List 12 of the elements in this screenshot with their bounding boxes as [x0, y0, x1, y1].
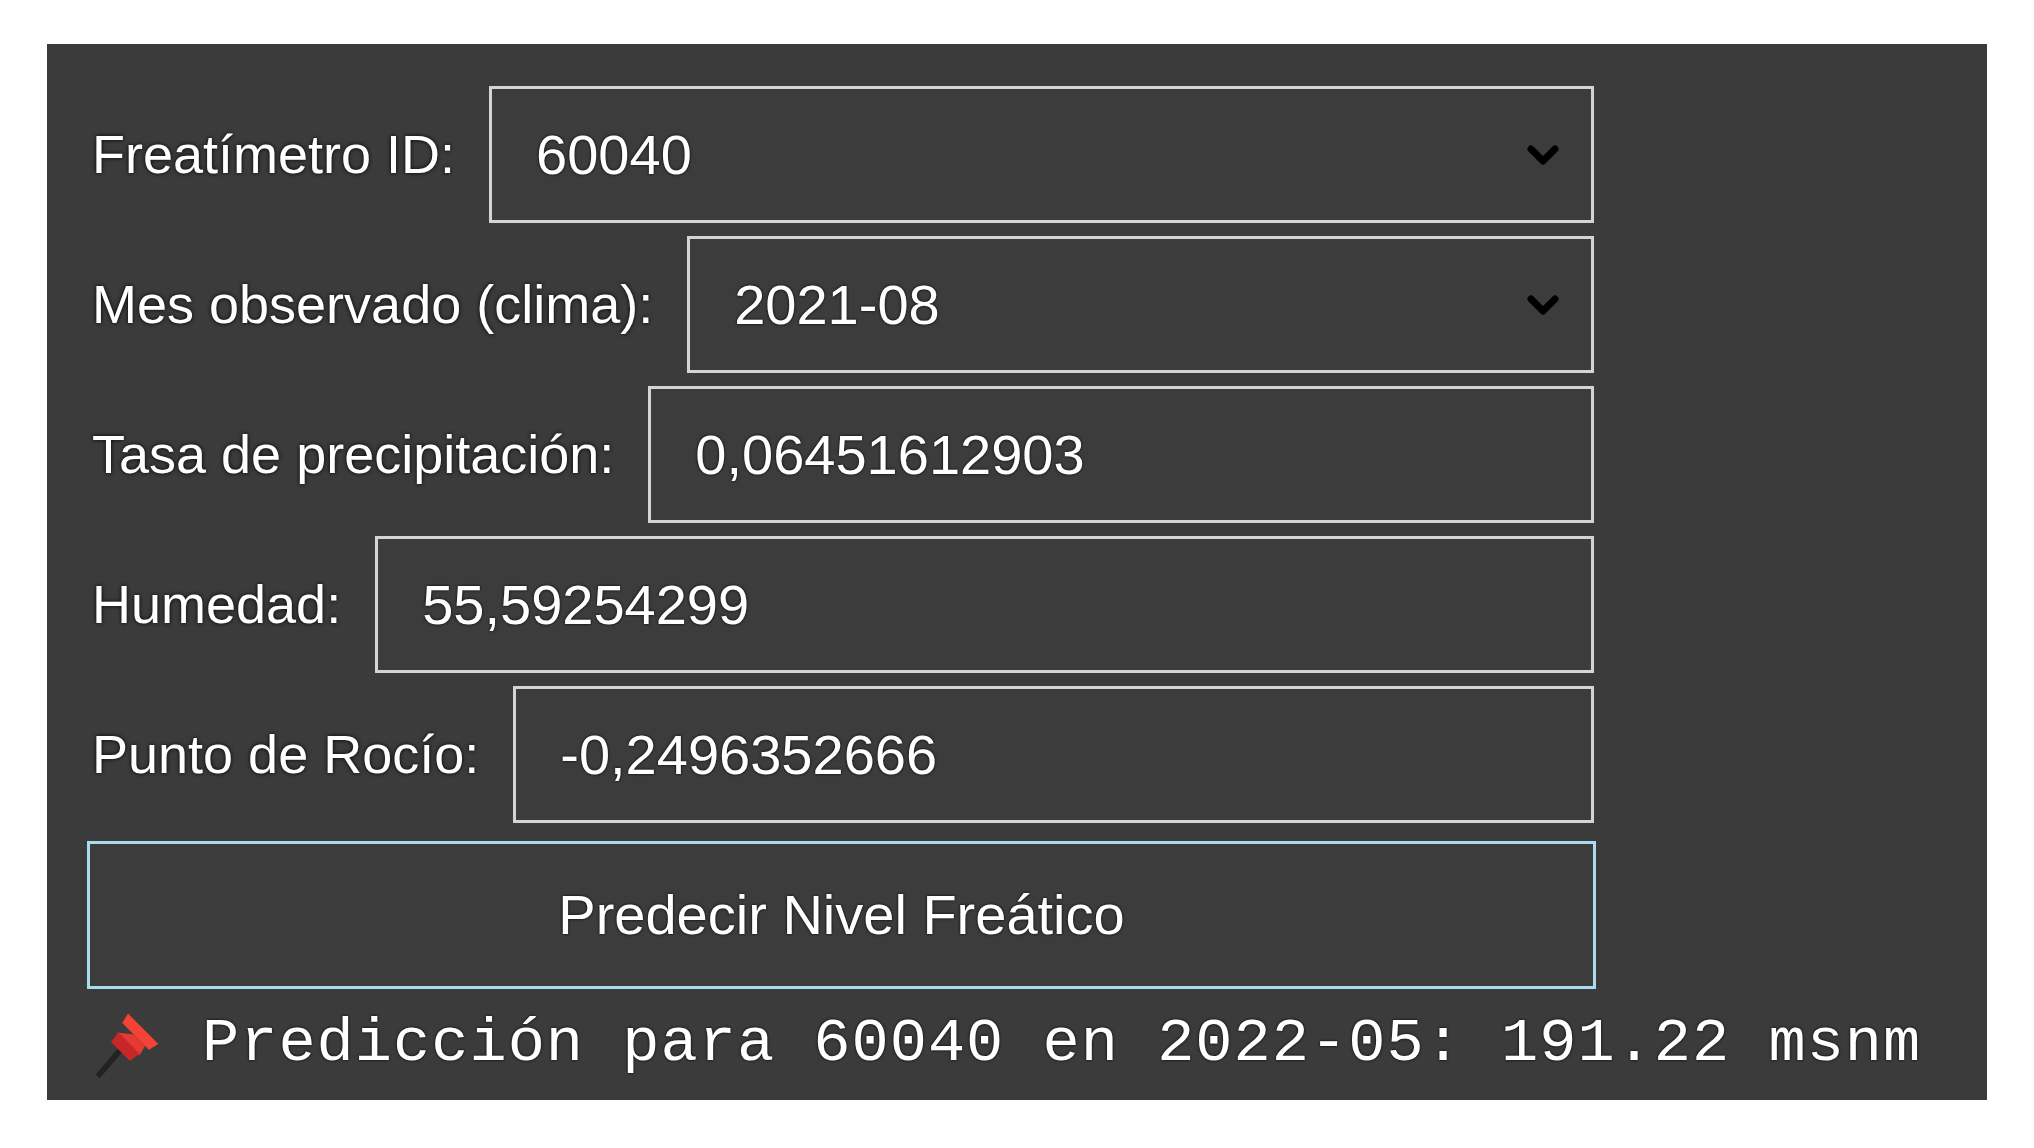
input-field[interactable]: 0,06451612903	[648, 386, 1594, 523]
predict-button[interactable]: Predecir Nivel Freático	[87, 841, 1596, 989]
field-label: Freatímetro ID:	[92, 123, 456, 186]
field-label: Humedad:	[92, 573, 342, 636]
dropdown-field[interactable]: 60040	[489, 86, 1594, 223]
input-field[interactable]: 55,59254299	[375, 536, 1594, 673]
input-field[interactable]: -0,2496352666	[513, 686, 1594, 823]
field-label: Punto de Rocío:	[92, 723, 480, 786]
field-label: Tasa de precipitación:	[92, 423, 615, 486]
dropdown-field[interactable]: 2021-08	[687, 236, 1594, 373]
field-label: Mes observado (clima):	[92, 273, 654, 336]
prediction-result: Predicción para 60040 en 2022-05: 191.22 msnm	[202, 1007, 1922, 1081]
